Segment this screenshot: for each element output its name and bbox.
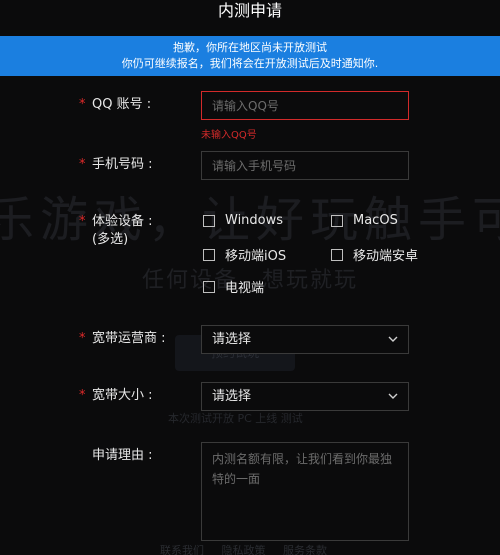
page: 乐游戏，让好玩触手可及 任何设备，想玩就玩 预约试玩 本次测试开放 PC 上线 …	[0, 0, 500, 555]
checkbox-mobile-android[interactable]: 移动端安卓	[331, 245, 418, 264]
required-mark: *	[79, 388, 86, 403]
required-mark: *	[79, 97, 86, 112]
chevron-down-icon	[388, 336, 398, 342]
chevron-down-icon	[388, 393, 398, 399]
reason-textarea[interactable]	[201, 442, 409, 541]
dialog-header: 内测申请	[0, 0, 500, 36]
checkbox-mobile-ios[interactable]: 移动端iOS	[203, 245, 286, 264]
checkbox-tv[interactable]: 电视端	[203, 277, 264, 296]
qq-error-message: 未输入QQ号	[201, 130, 257, 141]
required-mark: *	[79, 331, 86, 346]
required-mark: *	[79, 157, 86, 172]
phone-label: 手机号码 :	[92, 157, 153, 172]
bandwidth-label: 宽带大小 :	[92, 388, 153, 403]
reason-label: 申请理由 :	[92, 448, 153, 463]
isp-label: 宽带运营商 :	[92, 331, 166, 346]
notice-banner: 抱歉，你所在地区尚未开放测试 你仍可继续报名，我们将会在开放测试后及时通知你.	[0, 36, 500, 76]
checkbox-box[interactable]	[203, 214, 215, 227]
isp-selected-value: 请选择	[212, 332, 252, 347]
isp-select[interactable]: 请选择	[201, 325, 409, 354]
checkbox-windows[interactable]: Windows	[203, 213, 283, 228]
checkbox-label: 移动端iOS	[225, 249, 287, 264]
checkbox-label: 移动端安卓	[353, 249, 419, 264]
checkbox-box[interactable]	[203, 248, 215, 261]
bandwidth-selected-value: 请选择	[212, 389, 252, 404]
required-mark: *	[79, 214, 86, 229]
qq-input[interactable]	[201, 91, 409, 120]
checkbox-macos[interactable]: MacOS	[331, 213, 398, 228]
phone-input[interactable]	[201, 151, 409, 180]
checkbox-label: MacOS	[353, 213, 398, 228]
dialog-title: 内测申请	[217, 1, 282, 20]
notice-line-2: 你仍可继续报名，我们将会在开放测试后及时通知你.	[121, 57, 379, 70]
device-label-note: (多选)	[92, 232, 129, 247]
device-label: 体验设备 :	[92, 214, 153, 229]
bandwidth-select[interactable]: 请选择	[201, 382, 409, 411]
checkbox-box[interactable]	[331, 214, 343, 227]
qq-label: QQ 账号 :	[92, 97, 152, 112]
checkbox-box[interactable]	[203, 280, 215, 293]
checkbox-label: 电视端	[225, 281, 265, 296]
notice-line-1: 抱歉，你所在地区尚未开放测试	[173, 41, 327, 54]
background-note: 本次测试开放 PC 上线 测试	[168, 412, 303, 425]
checkbox-box[interactable]	[331, 248, 343, 261]
background-footer: 联系我们 隐私政策 服务条款	[160, 544, 327, 555]
checkbox-label: Windows	[225, 213, 284, 228]
